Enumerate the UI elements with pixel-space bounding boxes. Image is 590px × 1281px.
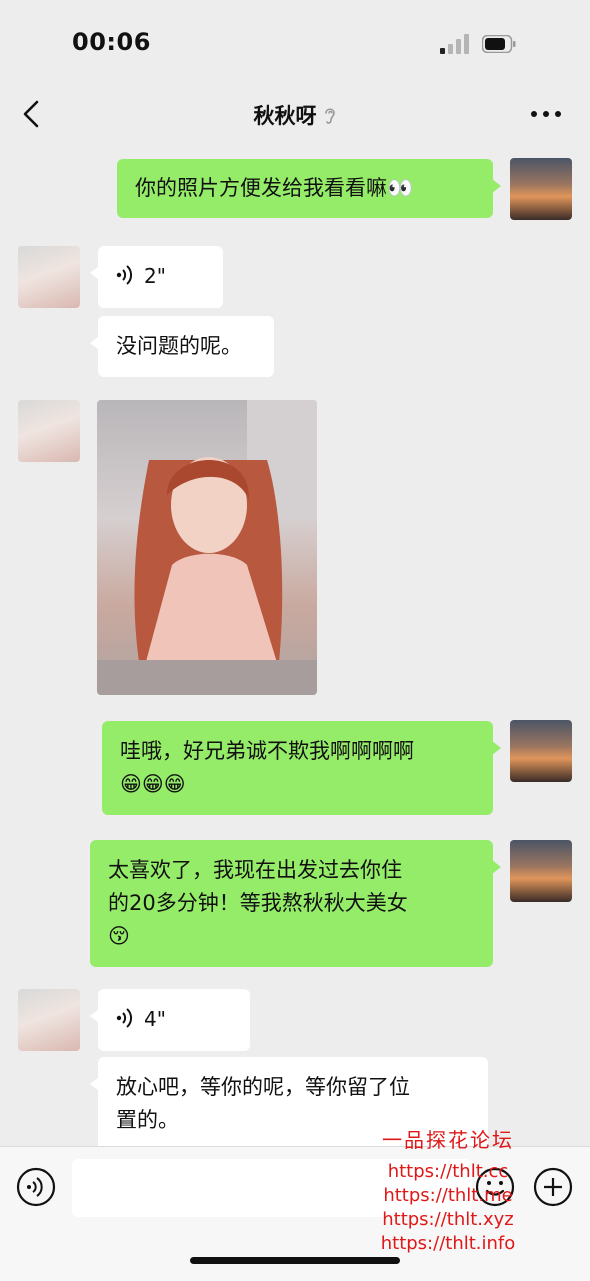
voice-wave-icon — [116, 265, 133, 285]
message-line: 太喜欢了，我现在出发过去你住 — [108, 858, 402, 882]
watermark-url: https://thlt.cc — [387, 1161, 509, 1182]
contact-avatar[interactable] — [18, 400, 80, 462]
voice-input-icon[interactable] — [16, 1167, 56, 1207]
voice-duration: 4" — [144, 1007, 166, 1031]
signal-icon — [440, 34, 469, 54]
my-avatar[interactable] — [510, 840, 572, 902]
sent-message-bubble[interactable]: 哇哦，好兄弟诚不欺我啊啊啊啊 😁😁😁 — [102, 721, 501, 815]
sent-message-bubble[interactable]: 你的照片方便发给我看看嘛👀 — [117, 159, 501, 218]
message-text: 没问题的呢。 — [116, 334, 242, 358]
image-message[interactable] — [97, 400, 317, 695]
watermark-url: https://thlt.info — [380, 1233, 516, 1254]
message-line: 哇哦，好兄弟诚不欺我啊啊啊啊 — [120, 739, 414, 763]
sent-message-bubble[interactable]: 太喜欢了，我现在出发过去你住 的20多分钟！等我熬秋秋大美女 😚 — [90, 840, 501, 967]
home-indicator — [190, 1257, 400, 1264]
contact-avatar[interactable] — [18, 989, 80, 1051]
received-message-bubble[interactable]: 没问题的呢。 — [90, 316, 274, 377]
status-bar: 00:06 — [0, 0, 590, 80]
message-line: 的20多分钟！等我熬秋秋大美女 — [108, 891, 408, 915]
voice-duration: 2" — [144, 264, 166, 288]
message-line: 放心吧，等你的呢，等你留了位 — [116, 1075, 410, 1099]
watermark: 一品探花论坛 https://thlt.cc https://thlt.me h… — [368, 1128, 528, 1256]
watermark-url: https://thlt.xyz — [382, 1209, 514, 1230]
voice-message-bubble[interactable]: 4" — [90, 989, 250, 1051]
ear-icon — [324, 108, 335, 124]
my-avatar[interactable] — [510, 720, 572, 782]
chat-header: 秋秋呀 — [0, 80, 590, 148]
more-icon[interactable] — [530, 110, 562, 118]
watermark-title: 一品探花论坛 — [382, 1128, 514, 1152]
chat-title: 秋秋呀 — [0, 100, 590, 130]
message-line: 😁😁😁 — [120, 772, 186, 796]
watermark-url: https://thlt.me — [383, 1185, 513, 1206]
battery-icon — [482, 35, 516, 53]
contact-avatar[interactable] — [18, 246, 80, 308]
voice-wave-icon — [116, 1008, 133, 1028]
photo-illustration — [97, 400, 317, 695]
status-time: 00:06 — [72, 28, 151, 56]
my-avatar[interactable] — [510, 158, 572, 220]
contact-name: 秋秋呀 — [253, 104, 317, 128]
voice-message-bubble[interactable]: 2" — [90, 246, 223, 308]
plus-icon[interactable] — [533, 1167, 573, 1207]
message-text: 你的照片方便发给我看看嘛👀 — [135, 176, 414, 200]
message-line: 😚 — [108, 924, 130, 948]
